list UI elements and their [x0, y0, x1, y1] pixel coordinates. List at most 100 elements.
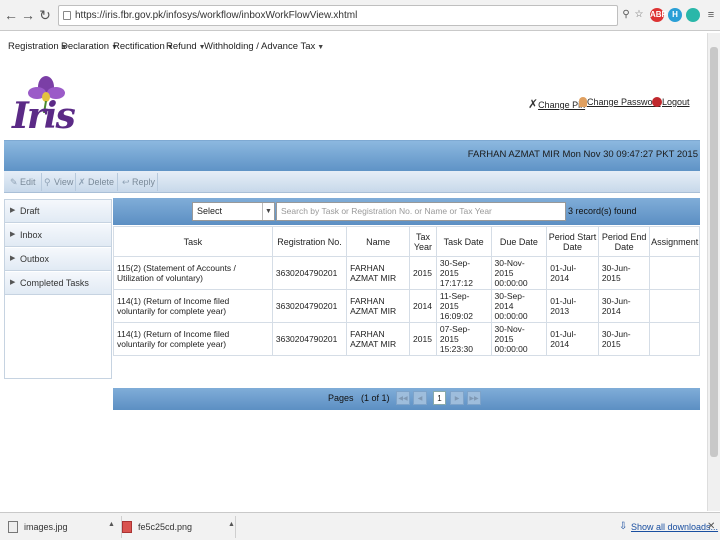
- cell-period-start: 01-Jul-2014: [546, 322, 599, 356]
- chevron-up-icon[interactable]: ▲: [108, 521, 115, 528]
- url-text: https://iris.fbr.gov.pk/infosys/workflow…: [75, 10, 358, 21]
- table-row[interactable]: 114(1) (Return of Income filed voluntari…: [113, 322, 700, 356]
- filter-select[interactable]: Select ▼: [192, 202, 275, 221]
- cell-registration: 3630204790201: [271, 289, 348, 323]
- download-item-images[interactable]: images.jpg: [4, 516, 122, 538]
- logo-text: Iris: [12, 95, 76, 137]
- sidebar-item-inbox[interactable]: ▶ Inbox: [5, 224, 111, 247]
- change-pin-icon: ✗: [528, 97, 539, 111]
- edit-button[interactable]: ✎ Edit: [8, 173, 42, 191]
- search-input[interactable]: Search by Task or Registration No. or Na…: [276, 202, 566, 221]
- sidebar-item-label: Draft: [20, 206, 40, 216]
- menu-withholding[interactable]: Withholding / Advance Tax ▼: [204, 41, 324, 52]
- extension-circle-icon[interactable]: [686, 8, 700, 22]
- logout-link[interactable]: Logout: [652, 97, 690, 107]
- show-all-downloads-link[interactable]: Show all downloads...: [631, 522, 718, 532]
- menu-declaration[interactable]: Declaration ▼: [61, 41, 118, 52]
- cell-assignment: [649, 322, 700, 356]
- task-table: Task Registration No. Name Tax Year Task…: [113, 226, 700, 356]
- arrow-left-icon[interactable]: ←: [4, 7, 18, 23]
- address-bar[interactable]: https://iris.fbr.gov.pk/infosys/workflow…: [58, 5, 618, 26]
- current-page[interactable]: 1: [433, 391, 446, 405]
- download-item-png[interactable]: fe5c25cd.png: [118, 516, 236, 538]
- menu-label: Declaration: [61, 41, 110, 52]
- column-header-period-end[interactable]: Period End Date: [597, 226, 651, 257]
- cell-name: FARHAN AZMAT MIR: [346, 289, 411, 323]
- task-grid: Select ▼ Search by Task or Registration …: [113, 198, 700, 410]
- arrow-right-icon[interactable]: →: [21, 7, 35, 23]
- delete-button[interactable]: ✗ Delete: [76, 173, 118, 191]
- delete-label: Delete: [88, 177, 115, 187]
- change-password-link[interactable]: Change Password: [579, 97, 661, 107]
- adblock-label: ABP: [650, 10, 667, 19]
- cell-period-start: 01-Jul-2014: [546, 256, 599, 290]
- close-icon[interactable]: ✕: [707, 521, 715, 532]
- column-header-name[interactable]: Name: [346, 226, 411, 257]
- cell-period-end: 30-Jun-2015: [597, 322, 651, 356]
- delete-icon: ✗: [78, 177, 86, 187]
- cell-tax-year: 2014: [409, 289, 437, 323]
- cell-tax-year: 2015: [409, 256, 437, 290]
- user-info-bar: FARHAN AZMAT MIR Mon Nov 30 09:47:27 PKT…: [4, 140, 700, 171]
- logout-icon: [652, 97, 662, 107]
- chevron-down-icon[interactable]: ▼: [262, 203, 274, 220]
- pager: Pages (1 of 1) ◀◀ ◀ 1 ▶ ▶▶: [113, 388, 700, 410]
- column-header-assignment[interactable]: Assignment: [649, 226, 700, 257]
- prev-page-icon[interactable]: ◀: [413, 391, 427, 405]
- chevron-down-icon: ▼: [317, 44, 325, 51]
- cell-task: 114(1) (Return of Income filed voluntari…: [113, 322, 273, 356]
- browser-toolbar: ← → ↻ https://iris.fbr.gov.pk/infosys/wo…: [0, 0, 720, 31]
- action-toolbar: ✎ Edit ⚲ View ✗ Delete ↩ Reply: [4, 171, 700, 193]
- sidebar-item-label: Completed Tasks: [20, 278, 89, 288]
- lock-icon: [63, 11, 71, 20]
- last-page-icon[interactable]: ▶▶: [467, 391, 481, 405]
- menu-refund[interactable]: Refund ▼: [166, 41, 206, 52]
- change-password-label: Change Password: [587, 97, 661, 107]
- menu-icon[interactable]: ≡: [705, 8, 717, 22]
- column-header-due-date[interactable]: Due Date: [490, 226, 548, 257]
- page-action-icon[interactable]: ⚲: [621, 8, 631, 22]
- reload-icon[interactable]: ↻: [38, 7, 52, 23]
- scrollbar-thumb[interactable]: [710, 47, 718, 457]
- extension-h-icon[interactable]: H: [668, 8, 682, 22]
- chevron-up-icon[interactable]: ▲: [228, 521, 235, 528]
- table-row[interactable]: 115(2) (Statement of Accounts / Utilizat…: [113, 256, 700, 290]
- menu-registration[interactable]: Registration ▼: [8, 41, 68, 52]
- star-icon[interactable]: ☆: [633, 8, 645, 22]
- vertical-scrollbar[interactable]: [707, 33, 720, 511]
- cell-task: 115(2) (Statement of Accounts / Utilizat…: [113, 256, 273, 290]
- adblock-icon[interactable]: ABP: [650, 8, 667, 22]
- sidebar-item-completed-tasks[interactable]: ▶ Completed Tasks: [5, 272, 111, 295]
- cell-task-date: 07-Sep-2015 15:23:30: [435, 322, 492, 356]
- column-header-registration[interactable]: Registration No.: [271, 226, 348, 257]
- menu-label: Withholding / Advance Tax: [204, 41, 316, 52]
- column-header-tax-year[interactable]: Tax Year: [409, 226, 437, 257]
- column-header-task-date[interactable]: Task Date: [435, 226, 492, 257]
- sidebar-item-outbox[interactable]: ▶ Outbox: [5, 248, 111, 271]
- table-row[interactable]: 114(1) (Return of Income filed voluntari…: [113, 289, 700, 323]
- search-placeholder: Search by Task or Registration No. or Na…: [281, 206, 492, 216]
- next-page-icon[interactable]: ▶: [450, 391, 464, 405]
- chevron-right-icon: ▶: [10, 279, 16, 286]
- pager-label: Pages (1 of 1): [328, 393, 390, 403]
- column-header-task[interactable]: Task: [113, 226, 273, 257]
- column-header-period-start[interactable]: Period Start Date: [546, 226, 599, 257]
- cell-task-date: 11-Sep-2015 16:09:02: [435, 289, 492, 323]
- sidebar-item-label: Outbox: [20, 254, 50, 264]
- first-page-icon[interactable]: ◀◀: [396, 391, 410, 405]
- menu-label: Registration: [8, 41, 59, 52]
- view-button[interactable]: ⚲ View: [42, 173, 76, 191]
- sidebar-item-draft[interactable]: ▶ Draft: [5, 200, 111, 223]
- cell-registration: 3630204790201: [271, 256, 348, 290]
- cell-period-end: 30-Jun-2015: [597, 256, 651, 290]
- cell-period-start: 01-Jul-2013: [546, 289, 599, 323]
- reply-button[interactable]: ↩ Reply: [120, 173, 158, 191]
- menu-rectification[interactable]: Rectification ▼: [113, 41, 174, 52]
- menu-label: Refund: [166, 41, 197, 52]
- table-header-row: Task Registration No. Name Tax Year Task…: [113, 226, 700, 257]
- extension-h-label: H: [672, 10, 678, 19]
- download-filename: fe5c25cd.png: [138, 522, 193, 532]
- page-content: Registration ▼ Declaration ▼ Rectification…: [4, 33, 700, 511]
- change-pin-link[interactable]: ✗Change Pin: [528, 97, 585, 111]
- cell-due-date: 30-Nov-2015 00:00:00: [490, 256, 548, 290]
